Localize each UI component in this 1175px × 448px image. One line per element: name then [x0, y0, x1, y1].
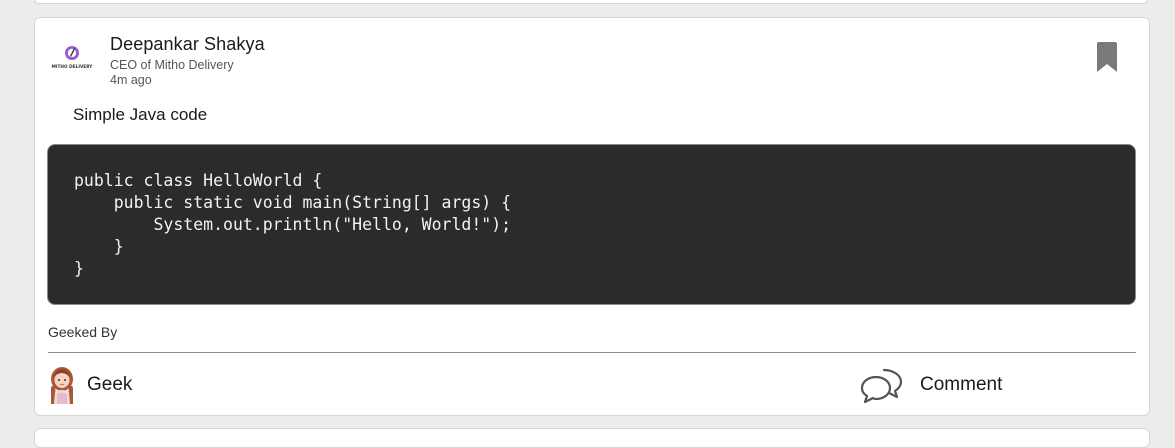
- geek-avatar-icon: [51, 367, 73, 404]
- geeked-by-label: Geeked By: [48, 324, 118, 340]
- geek-button[interactable]: Geek: [48, 366, 132, 404]
- previous-post-card: [34, 0, 1148, 4]
- author-role: CEO of Mitho Delivery: [110, 58, 234, 72]
- post-card: MITHO DELIVERY · · · · · · Deepankar Sha…: [34, 17, 1150, 416]
- code-content: public class HelloWorld { public static …: [74, 171, 512, 278]
- divider: [48, 352, 1136, 353]
- bookmark-icon: [1097, 42, 1117, 72]
- comment-button[interactable]: Comment: [860, 366, 1002, 404]
- post-timestamp: 4m ago: [110, 73, 152, 87]
- author-avatar[interactable]: MITHO DELIVERY · · · · · ·: [51, 40, 93, 82]
- comment-label: Comment: [920, 374, 1003, 395]
- post-text: Simple Java code: [73, 105, 208, 124]
- geek-label: Geek: [87, 374, 133, 395]
- author-name[interactable]: Deepankar Shakya: [110, 34, 265, 55]
- next-post-card: [34, 428, 1150, 448]
- svg-text:MITHO DELIVERY: MITHO DELIVERY: [52, 64, 93, 70]
- code-block: public class HelloWorld { public static …: [47, 144, 1136, 305]
- svg-text:· · · · · ·: · · · · · ·: [67, 71, 76, 74]
- mitho-delivery-logo-icon: MITHO DELIVERY · · · · · ·: [52, 46, 93, 74]
- comment-bubbles-icon: [860, 368, 903, 404]
- bookmark-button[interactable]: [1095, 41, 1119, 73]
